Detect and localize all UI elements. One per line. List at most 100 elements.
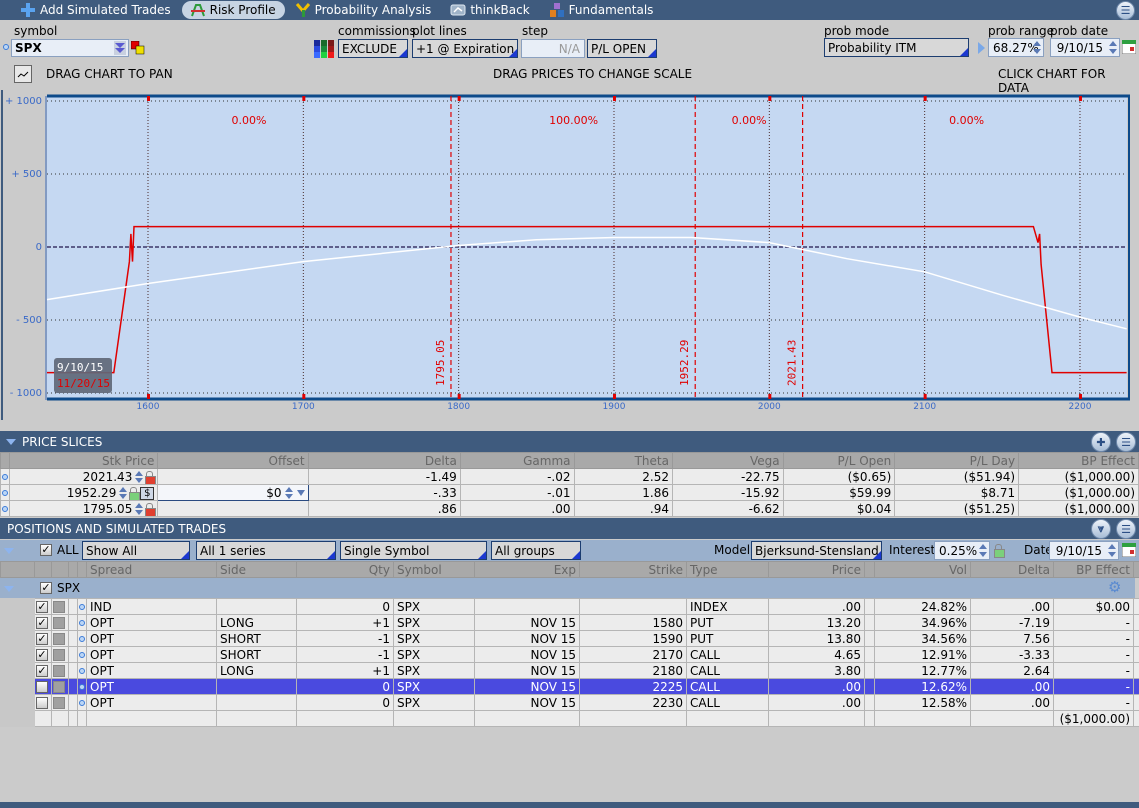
position-row[interactable]: OPTSHORT-1SPXNOV 151590PUT13.80 34.56%7.5… — [0, 630, 1139, 647]
position-price[interactable]: 3.80 — [768, 662, 865, 679]
dollar-toggle-button[interactable]: $ — [140, 486, 155, 500]
lock-icon[interactable] — [145, 471, 157, 484]
position-checkbox[interactable] — [36, 617, 48, 629]
symbol-filter-select[interactable]: Single Symbol — [340, 541, 487, 560]
col-vol[interactable]: Vol — [874, 561, 971, 578]
position-checkbox[interactable] — [36, 601, 48, 613]
position-qty[interactable]: +1 — [296, 614, 394, 631]
slices-menu-icon[interactable]: ☰ — [1116, 432, 1136, 452]
prob-mode-select[interactable]: Probability ITM — [824, 38, 969, 57]
position-row[interactable]: OPTSHORT-1SPXNOV 152170CALL4.65 12.91%-3.… — [0, 646, 1139, 663]
offset-dropdown-icon[interactable] — [296, 490, 305, 496]
col-exp[interactable]: Exp — [474, 561, 580, 578]
offset-spinner[interactable] — [284, 487, 293, 499]
position-strike[interactable]: 2170 — [579, 646, 687, 663]
position-qty[interactable]: -1 — [296, 630, 394, 647]
positions-menu-icon[interactable]: ☰ — [1116, 519, 1136, 539]
position-strike[interactable]: 2225 — [579, 678, 687, 695]
lock-icon[interactable] — [145, 503, 157, 516]
position-side[interactable]: LONG — [216, 662, 297, 679]
position-side[interactable] — [216, 678, 297, 695]
position-side[interactable] — [216, 598, 297, 615]
col-qty[interactable]: Qty — [296, 561, 394, 578]
col-bp-effect[interactable]: BP Effect — [1018, 452, 1139, 469]
calendar-icon[interactable] — [1121, 542, 1137, 560]
symbol-dropdown-icon[interactable] — [114, 41, 126, 55]
position-checkbox[interactable] — [36, 633, 48, 645]
col-vega[interactable]: Vega — [671, 452, 784, 469]
color-grid-icon[interactable] — [314, 40, 334, 61]
position-exp[interactable]: NOV 15 — [474, 678, 580, 695]
symbol-input[interactable]: SPX — [11, 39, 129, 57]
col-delta[interactable]: Delta — [307, 452, 461, 469]
col-type[interactable]: Type — [686, 561, 769, 578]
position-qty[interactable]: +1 — [296, 662, 394, 679]
position-price[interactable]: .00 — [768, 694, 865, 711]
position-type[interactable]: CALL — [686, 662, 769, 679]
slice-offset-cell[interactable]: $0 — [157, 484, 309, 501]
position-row[interactable]: OPT 0 SPX NOV 15 2230 CALL .00 12.58% .00- — [0, 694, 1139, 711]
position-exp[interactable]: NOV 15 — [474, 694, 580, 711]
position-checkbox[interactable] — [36, 649, 48, 661]
group-collapse-icon[interactable] — [4, 586, 14, 592]
groups-filter-select[interactable]: All groups — [491, 541, 581, 560]
col-offset[interactable]: Offset — [157, 452, 309, 469]
position-price[interactable]: 13.80 — [768, 630, 865, 647]
step-input[interactable]: N/A — [521, 39, 585, 58]
col-spread[interactable]: Spread — [86, 561, 217, 578]
tab-thinkback[interactable]: thinkBack — [442, 1, 538, 19]
price-spinner[interactable] — [135, 471, 144, 483]
col-pl-open[interactable]: P/L Open — [782, 452, 896, 469]
list-menu-icon[interactable]: ☰ — [1116, 1, 1135, 20]
unlock-icon[interactable] — [129, 487, 141, 500]
position-exp[interactable] — [474, 598, 580, 615]
gear-icon[interactable]: ⚙ — [1108, 580, 1121, 595]
position-type[interactable]: CALL — [686, 694, 769, 711]
tab-probability-analysis[interactable]: Probability Analysis — [287, 1, 441, 19]
chart-toggle-icon[interactable] — [53, 697, 65, 709]
chart-type-icon[interactable] — [14, 65, 32, 83]
calendar-icon[interactable] — [1121, 39, 1137, 57]
col-strike[interactable]: Strike — [579, 561, 687, 578]
commissions-select[interactable]: EXCLUDE — [338, 39, 408, 58]
slice-row[interactable]: 2021.43 -1.49 -.02 2.52 -22.75 ($0.65) ($51.94… — [0, 468, 1139, 485]
tab-add-simulated-trades[interactable]: Add Simulated Trades — [12, 1, 180, 19]
slice-offset-cell[interactable] — [157, 468, 309, 485]
chart-toggle-icon[interactable] — [53, 601, 65, 613]
collapse-all-button[interactable]: ⩔ — [1091, 519, 1111, 539]
prob-range-input[interactable]: 68.27% — [988, 38, 1044, 57]
position-checkbox[interactable] — [36, 681, 48, 693]
position-strike[interactable]: 1580 — [579, 614, 687, 631]
slice-row[interactable]: 1795.05 .86.00.94 -6.62 $0.04 ($51.25) ($1,00… — [0, 500, 1139, 517]
chart-svg[interactable]: + 1000 + 500 0 - 500 - 1000 1600 1700 1800 1900 2… — [0, 90, 1139, 430]
risk-profile-chart[interactable]: + 1000 + 500 0 - 500 - 1000 1600 1700 1800 1900 2… — [0, 90, 1139, 430]
position-price[interactable]: 4.65 — [768, 646, 865, 663]
position-price[interactable]: .00 — [768, 598, 865, 615]
col-theta[interactable]: Theta — [573, 452, 673, 469]
position-type[interactable]: CALL — [686, 646, 769, 663]
slice-price-cell[interactable]: 1795.05 — [9, 500, 159, 517]
position-type[interactable]: PUT — [686, 630, 769, 647]
col-price[interactable]: Price — [768, 561, 865, 578]
position-type[interactable]: CALL — [686, 678, 769, 695]
position-type[interactable]: PUT — [686, 614, 769, 631]
col-bp-effect[interactable]: BP Effect — [1053, 561, 1134, 578]
slice-row[interactable]: 1952.29 $ $0 -.33 -.01 1.86 -15.92 $59.99 $8.71(… — [0, 484, 1139, 501]
position-strike[interactable] — [579, 598, 687, 615]
position-row[interactable]: IND0SPXINDEX.0024.82%.00$0.00 — [0, 598, 1139, 615]
position-row[interactable]: OPTLONG+1SPXNOV 151580PUT13.20 34.96%-7.1… — [0, 614, 1139, 631]
position-qty[interactable]: 0 — [296, 598, 394, 615]
col-gamma[interactable]: Gamma — [459, 452, 575, 469]
position-side[interactable]: SHORT — [216, 646, 297, 663]
interest-spinner[interactable] — [978, 542, 987, 559]
add-slice-button[interactable]: ✚ — [1091, 432, 1111, 452]
chart-toggle-icon[interactable] — [53, 633, 65, 645]
position-price[interactable]: .00 — [768, 678, 865, 695]
position-row[interactable]: OPT 0 SPX NOV 15 2225 CALL .00 12.62% .00- — [0, 678, 1139, 695]
model-select[interactable]: Bjerksund-Stensland — [751, 541, 882, 560]
plot-lines-select[interactable]: +1 @ Expiration — [412, 39, 518, 58]
position-row[interactable]: OPTLONG+1SPXNOV 152180CALL3.80 12.77%2.64… — [0, 662, 1139, 679]
tab-risk-profile[interactable]: Risk Profile — [181, 1, 285, 19]
position-exp[interactable]: NOV 15 — [474, 614, 580, 631]
price-spinner[interactable] — [135, 503, 144, 515]
